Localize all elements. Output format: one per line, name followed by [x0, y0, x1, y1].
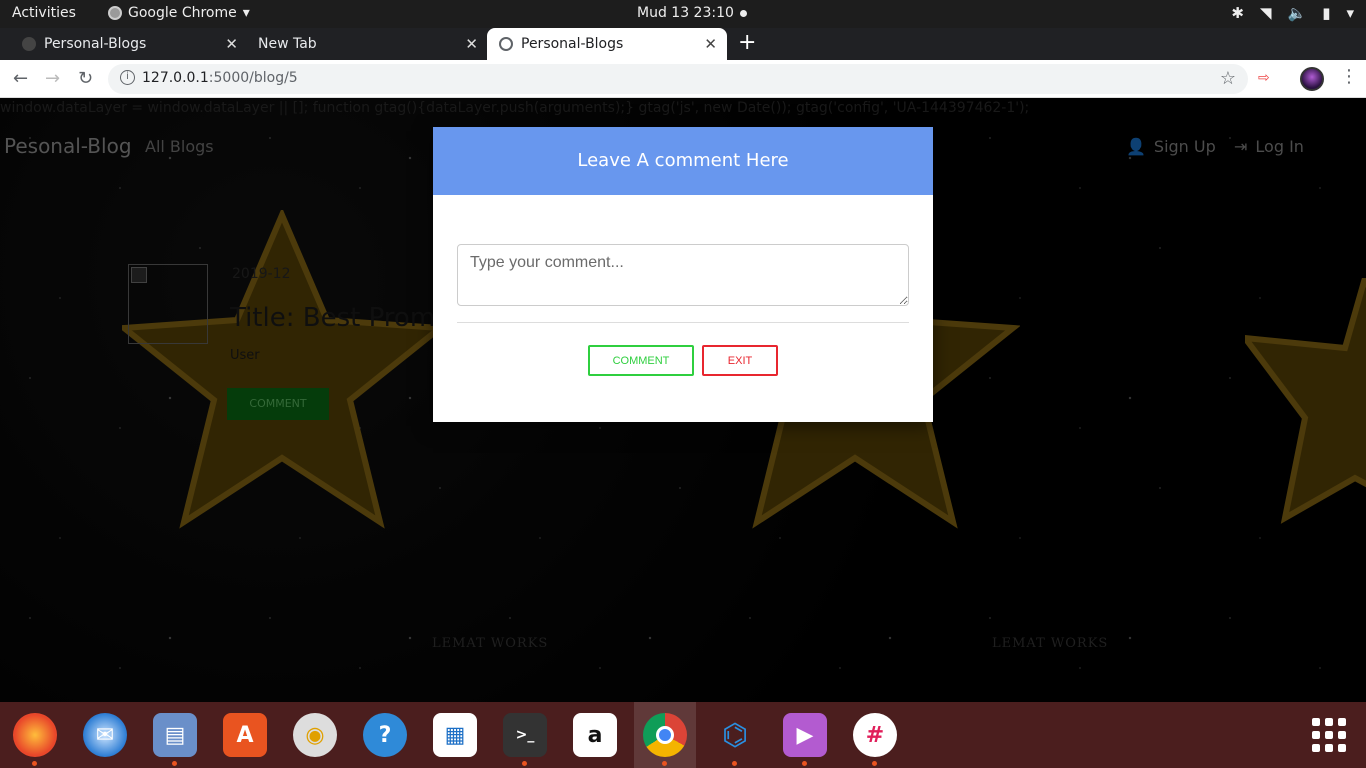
ubuntu-dock: ✉ ▤ A ◉ ? ▦ >_ a ⌬ ▶ # — [0, 702, 1366, 768]
exit-button[interactable]: EXIT — [702, 345, 778, 376]
system-top-bar: Activities Google Chrome ▾ Mud 13 23:10 … — [0, 0, 1366, 28]
close-icon[interactable]: ✕ — [225, 35, 238, 53]
bookmark-star-icon[interactable]: ☆ — [1220, 68, 1236, 89]
info-icon[interactable]: i — [120, 70, 135, 85]
app-menu-label: Google Chrome — [128, 5, 237, 21]
thunderbird-icon[interactable]: ✉ — [83, 713, 127, 757]
slack-tray-icon[interactable]: ✱ — [1231, 4, 1244, 22]
caret-down-icon: ▾ — [242, 5, 250, 21]
comment-textarea[interactable] — [457, 244, 909, 306]
comment-modal: Leave A comment Here COMMENT EXIT — [433, 127, 933, 422]
notification-dot-icon — [739, 9, 747, 17]
activities-button[interactable]: Activities — [12, 5, 76, 21]
new-tab-button[interactable]: + — [738, 30, 756, 55]
chrome-icon[interactable] — [643, 713, 687, 766]
kebab-menu-icon[interactable]: ⋮ — [1340, 66, 1358, 87]
amazon-icon[interactable]: a — [573, 713, 617, 757]
back-arrow-icon[interactable]: ← — [13, 68, 28, 89]
close-icon[interactable]: ✕ — [465, 35, 478, 53]
reload-icon[interactable]: ↻ — [78, 68, 93, 89]
volume-icon: 🔈 — [1287, 4, 1307, 22]
modal-divider — [457, 322, 909, 323]
firefox-icon[interactable] — [13, 713, 57, 766]
libreoffice-writer-icon[interactable]: ▦ — [433, 713, 477, 757]
software-center-icon[interactable]: A — [223, 713, 267, 757]
close-icon[interactable]: ✕ — [704, 35, 717, 53]
address-bar[interactable]: i 127.0.0.1:5000/blog/5 ☆ — [108, 64, 1248, 94]
forward-arrow-icon[interactable]: → — [45, 68, 60, 89]
clock[interactable]: Mud 13 23:10 — [637, 5, 747, 21]
app-menu[interactable]: Google Chrome ▾ — [108, 5, 250, 21]
power-menu-icon[interactable]: ▾ — [1346, 4, 1354, 22]
chrome-icon — [108, 6, 122, 20]
video-player-icon[interactable]: ▶ — [783, 713, 827, 766]
system-tray[interactable]: ✱ ◥ 🔈 ▮ ▾ — [1231, 4, 1354, 22]
browser-toolbar: ← → ↻ i 127.0.0.1:5000/blog/5 ☆ ⇨ ⋮ — [0, 60, 1366, 98]
files-icon[interactable]: ▤ — [153, 713, 197, 766]
clock-label: Mud 13 23:10 — [637, 5, 734, 21]
vscode-icon[interactable]: ⌬ — [713, 713, 757, 766]
tab-label: Personal-Blogs — [44, 36, 147, 52]
page-viewport: window.dataLayer = window.dataLayer || [… — [0, 98, 1366, 702]
terminal-icon[interactable]: >_ — [503, 713, 547, 766]
wifi-icon: ◥ — [1259, 4, 1272, 22]
submit-comment-button[interactable]: COMMENT — [588, 345, 694, 376]
rhythmbox-icon[interactable]: ◉ — [293, 713, 337, 757]
extension-icon[interactable]: ⇨ — [1258, 70, 1276, 86]
tab-favicon-icon — [22, 37, 36, 51]
tab-new-tab[interactable]: New Tab ✕ — [248, 28, 488, 60]
url-text[interactable]: 127.0.0.1:5000/blog/5 — [142, 70, 298, 86]
modal-title: Leave A comment Here — [433, 127, 933, 195]
help-icon[interactable]: ? — [363, 713, 407, 757]
tab-label: New Tab — [258, 36, 317, 52]
tab-personal-blogs-active[interactable]: Personal-Blogs ✕ — [487, 28, 727, 60]
tab-personal-blogs-1[interactable]: Personal-Blogs ✕ — [0, 28, 248, 60]
tab-label: Personal-Blogs — [521, 36, 624, 52]
slack-icon[interactable]: # — [853, 713, 897, 766]
show-applications-icon[interactable] — [1312, 718, 1346, 752]
battery-icon: ▮ — [1322, 4, 1331, 22]
browser-tab-strip: Personal-Blogs ✕ New Tab ✕ Personal-Blog… — [0, 28, 1366, 60]
globe-icon — [499, 37, 513, 51]
profile-avatar[interactable] — [1300, 67, 1324, 91]
